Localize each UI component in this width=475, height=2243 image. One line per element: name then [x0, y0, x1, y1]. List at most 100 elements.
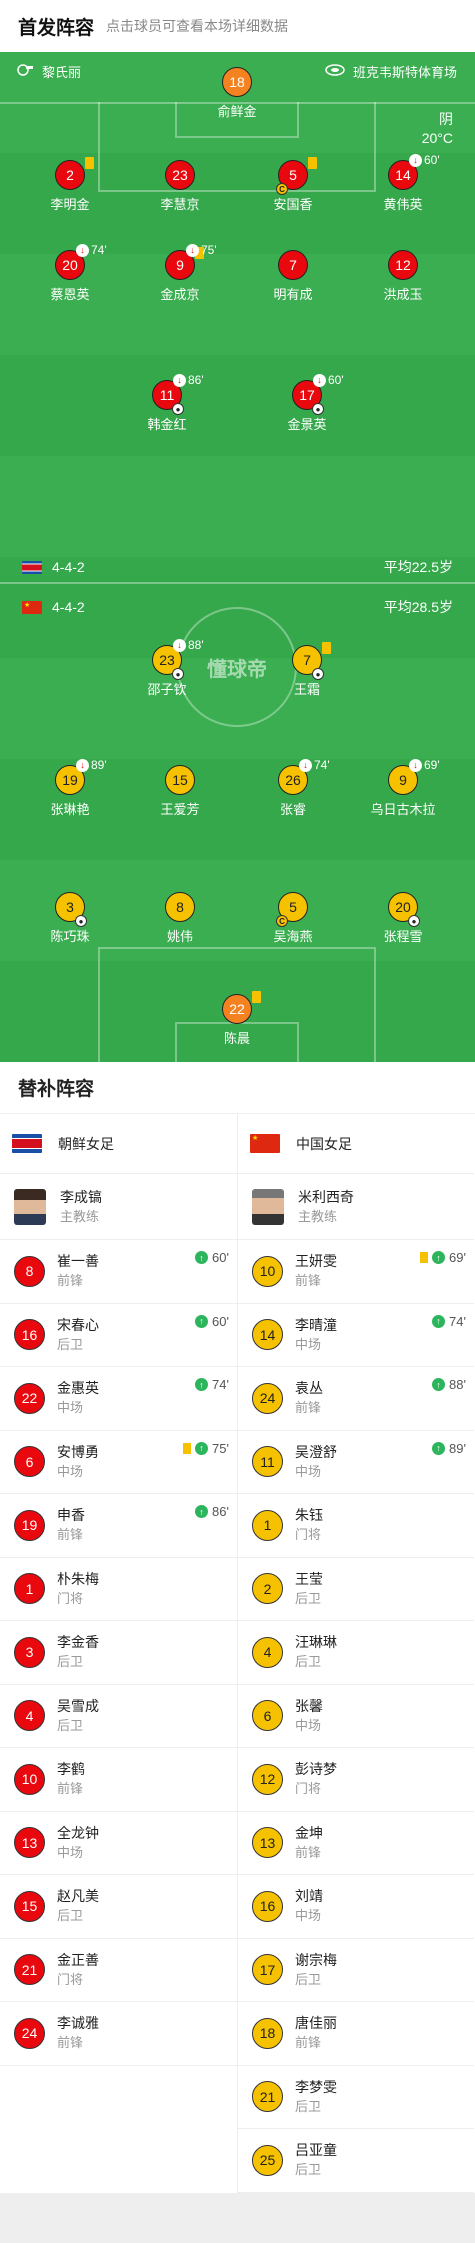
pitch-player[interactable]: 7 ● 王霜 [252, 642, 362, 698]
sub-player-name: 彭诗梦 [295, 1761, 337, 1778]
goal-ball-icon: ● [312, 403, 324, 415]
yellow-card-icon [252, 991, 261, 1003]
sub-player-row[interactable]: 25 吕亚童 后卫 [238, 2129, 474, 2193]
sub-player-row[interactable]: 18 唐佳丽 前锋 [238, 2002, 474, 2066]
sub-minute: 86' [188, 373, 204, 387]
sub-player-position: 前锋 [57, 1527, 84, 1543]
sub-minute: 60' [212, 1250, 229, 1265]
sub-player-row[interactable]: 3 李金香 后卫 [0, 1621, 237, 1685]
sub-minute: 74' [449, 1313, 466, 1329]
nk-formation-row: 4-4-2 平均22.5岁 [22, 557, 453, 577]
pitch-player[interactable]: 18 俞鲜金 [182, 67, 292, 120]
sub-player-row[interactable]: 4 汪琳琳 后卫 [238, 1621, 474, 1685]
sub-player-position: 中场 [295, 1717, 322, 1733]
player-name: 张睿 [279, 802, 306, 817]
pitch-player[interactable]: 9 ↓ 75' 金成京 [125, 243, 235, 303]
sub-on-icon: ↑ [195, 1378, 209, 1391]
pitch-player[interactable]: 15 王爱芳 [125, 765, 235, 818]
sub-player-row[interactable]: 12 彭诗梦 门将 [238, 1748, 474, 1812]
pitch-player[interactable]: 17 ● ↓ 60' 金景英 [252, 373, 362, 433]
sub-minute: 60' [328, 373, 344, 387]
pitch-player[interactable]: 3 ● 陈巧珠 [15, 892, 125, 945]
sub-player-row[interactable]: 2 王莹 后卫 [238, 1558, 474, 1621]
sub-player-row[interactable]: 11 吴澄舒 中场 ↑ 89' [238, 1431, 474, 1494]
pitch-player[interactable]: 7 明有成 [238, 250, 348, 303]
stadium-name: 班克韦斯特体育场 [352, 65, 457, 80]
sub-player-row[interactable]: 6 安博勇 中场 ↑ 75' [0, 1431, 237, 1494]
china-flag-icon [250, 1134, 280, 1153]
pitch-player[interactable]: 5 C 安国香 [238, 157, 348, 213]
sub-player-row[interactable]: 19 申香 前锋 ↑ 86' [0, 1494, 237, 1558]
cn-coach[interactable]: 米利西奇 主教练 [238, 1174, 474, 1240]
pitch-player[interactable]: 19 ↓ 89' 张琳艳 [15, 758, 125, 818]
sub-player-row[interactable]: 13 全龙钟 中场 [0, 1812, 237, 1875]
sub-minute: 60' [212, 1313, 229, 1329]
sub-minute: 89' [91, 758, 107, 772]
pitch-player[interactable]: 8 姚伟 [125, 892, 235, 945]
home-team-name: 黎氏丽 [42, 65, 82, 80]
sub-player-row[interactable]: 4 吴雪成 后卫 [0, 1685, 237, 1748]
pitch-player[interactable]: 26 ↓ 74' 张睿 [238, 758, 348, 818]
sub-on-icon: ↑ [195, 1314, 209, 1328]
nk-formation: 4-4-2 [52, 559, 85, 575]
yellow-card-icon [308, 157, 317, 169]
pitch-player[interactable]: 23 李慧京 [125, 160, 235, 213]
pitch-player[interactable]: 12 洪成玉 [348, 250, 458, 303]
pitch-player[interactable]: 5 C 吴海燕 [238, 892, 348, 945]
player-number: 8 [165, 892, 195, 922]
sub-player-row[interactable]: 22 金惠英 中场 ↑ 74' [0, 1367, 237, 1431]
sub-player-row[interactable]: 1 朴朱梅 门将 [0, 1558, 237, 1621]
pitch-player[interactable]: 2 李明金 [15, 157, 125, 213]
pitch-player[interactable]: 9 ↓ 69' 乌日古木拉 [348, 758, 458, 818]
sub-on-icon: ↑ [195, 1505, 209, 1518]
sub-player-row[interactable]: 14 李晴潼 中场 ↑ 74' [238, 1304, 474, 1367]
nk-coach[interactable]: 李成镐 主教练 [0, 1174, 237, 1240]
player-number: 17 ● ↓ 60' [292, 373, 344, 415]
sub-off-icon: ↓ [76, 758, 89, 772]
sub-player-number: 4 [252, 1636, 283, 1668]
sub-player-row[interactable]: 24 李诚雅 前锋 [0, 2002, 237, 2066]
player-name: 黄伟英 [383, 197, 423, 212]
pitch-player[interactable]: 14 ↓ 60' 黄伟英 [348, 153, 458, 213]
sub-player-row[interactable]: 13 金坤 前锋 [238, 1812, 474, 1875]
pitch-player[interactable]: 11 ● ↓ 86' 韩金红 [112, 373, 222, 433]
sub-player-row[interactable]: 17 谢宗梅 后卫 [238, 1939, 474, 2002]
sub-player-name: 朱钰 [295, 1507, 323, 1524]
sub-off-icon: ↓ [313, 373, 326, 387]
sub-player-row[interactable]: 6 张馨 中场 [238, 1685, 474, 1748]
nk-team-head: 朝鲜女足 [0, 1114, 237, 1174]
sub-player-name: 谢宗梅 [295, 1951, 337, 1968]
player-number: 15 [165, 765, 195, 795]
sub-player-position: 门将 [57, 1590, 84, 1606]
sub-player-row[interactable]: 16 宋春心 后卫 ↑ 60' [0, 1304, 237, 1367]
goal-ball-icon: ● [312, 668, 324, 680]
sub-player-row[interactable]: 16 刘靖 中场 [238, 1875, 474, 1939]
sub-player-row[interactable]: 10 王妍雯 前锋 ↑ 69' [238, 1240, 474, 1304]
player-name: 姚伟 [166, 929, 193, 944]
sub-player-row[interactable]: 10 李鹤 前锋 [0, 1748, 237, 1812]
pitch-player[interactable]: 20 ● 张程雪 [348, 892, 458, 945]
sub-player-number: 21 [14, 1954, 45, 1986]
sub-player-row[interactable]: 21 金正善 门将 [0, 1939, 237, 2002]
sub-on-icon: ↑ [195, 1251, 209, 1264]
player-number: 11 ● ↓ 86' [152, 373, 204, 415]
sub-minute: 69' [424, 758, 440, 772]
sub-player-row[interactable]: 24 袁丛 前锋 ↑ 88' [238, 1367, 474, 1431]
sub-player-row[interactable]: 15 赵凡美 后卫 [0, 1875, 237, 1939]
pitch-player[interactable]: 23 ● ↓ 88' 邵子钦 [112, 638, 222, 698]
sub-player-position: 后卫 [295, 2098, 322, 2114]
sub-player-row[interactable]: 1 朱钰 门将 [238, 1494, 474, 1558]
player-number: 22 [222, 991, 261, 1024]
sub-player-row[interactable]: 21 李梦雯 后卫 [238, 2066, 474, 2129]
sub-player-number: 10 [14, 1763, 45, 1795]
player-number: 18 [222, 67, 252, 97]
player-number: 5C [276, 892, 308, 927]
pitch-player[interactable]: 20 ↓ 74' 蔡恩英 [15, 243, 125, 303]
sub-player-number: 18 [252, 2017, 283, 2049]
sub-off-icon: ↓ [299, 758, 312, 772]
cn-formation: 4-4-2 [52, 599, 85, 615]
sub-off-badge: ↓ 74' [299, 758, 330, 772]
sub-player-row[interactable]: 8 崔一善 前锋 ↑ 60' [0, 1240, 237, 1304]
yellow-card-icon [420, 1252, 429, 1263]
pitch-player[interactable]: 22 陈晨 [182, 991, 292, 1047]
